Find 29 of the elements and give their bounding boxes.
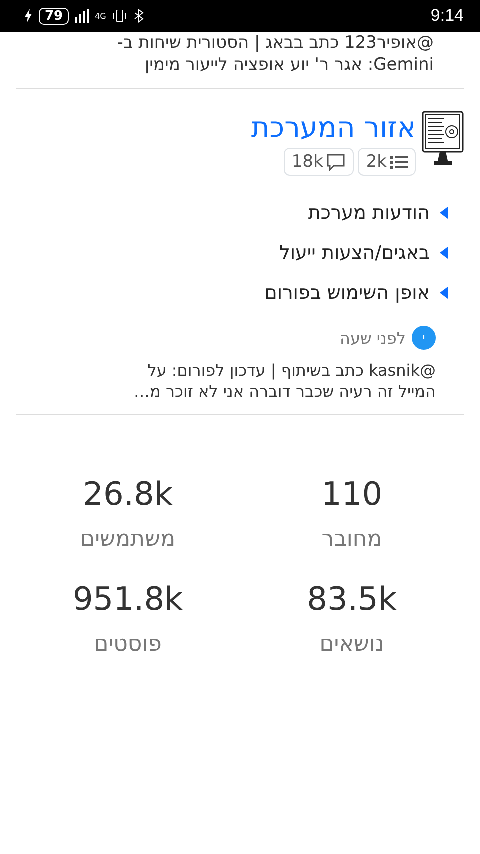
- signal-icon: [75, 9, 90, 23]
- battery-level: 79: [39, 8, 70, 24]
- subcategory-link[interactable]: אופן השימוש בפורום: [16, 282, 448, 304]
- post-preview[interactable]: @kasnik כתב בשיתוף | עדכון לפורום: על המייל זה רעיה שכבר דוברה אני לא זוכר מ…: [16, 360, 436, 402]
- post-preview[interactable]: @אופיר123 כתב בבאג | הסטורית שיחות ב- Gemini: אגר ר' יוע אופציה לייעור מימין: [16, 32, 464, 76]
- clock: 9:14: [430, 6, 464, 26]
- stat-value: 26.8k: [83, 475, 173, 513]
- network-type: 4G: [95, 12, 106, 20]
- stat-label: מחובר: [322, 527, 382, 552]
- subcategory-link[interactable]: הודעות מערכת: [16, 202, 448, 224]
- list-icon: [390, 155, 408, 169]
- post-time: לפני שעה: [340, 328, 406, 348]
- vibrate-icon: [112, 10, 128, 22]
- caret-icon: [440, 287, 448, 299]
- stat-label: נושאים: [320, 632, 384, 657]
- comment-icon: [326, 153, 346, 171]
- caret-icon: [440, 207, 448, 219]
- caret-icon: [440, 247, 448, 259]
- topics-count: 2k: [358, 148, 416, 176]
- posts-count: 18k: [284, 148, 354, 176]
- category-title[interactable]: אזור המערכת: [251, 111, 416, 144]
- subcategory-link[interactable]: באגים/הצעות ייעול: [16, 242, 448, 264]
- stat-label: משתמשים: [80, 527, 176, 552]
- stat-value: 83.5k: [307, 580, 397, 618]
- bluetooth-icon: [134, 9, 144, 23]
- stat-label: פוסטים: [94, 632, 162, 657]
- lightning-icon: [24, 9, 33, 23]
- stat-value: 110: [321, 475, 383, 513]
- stat-value: 951.8k: [72, 580, 184, 618]
